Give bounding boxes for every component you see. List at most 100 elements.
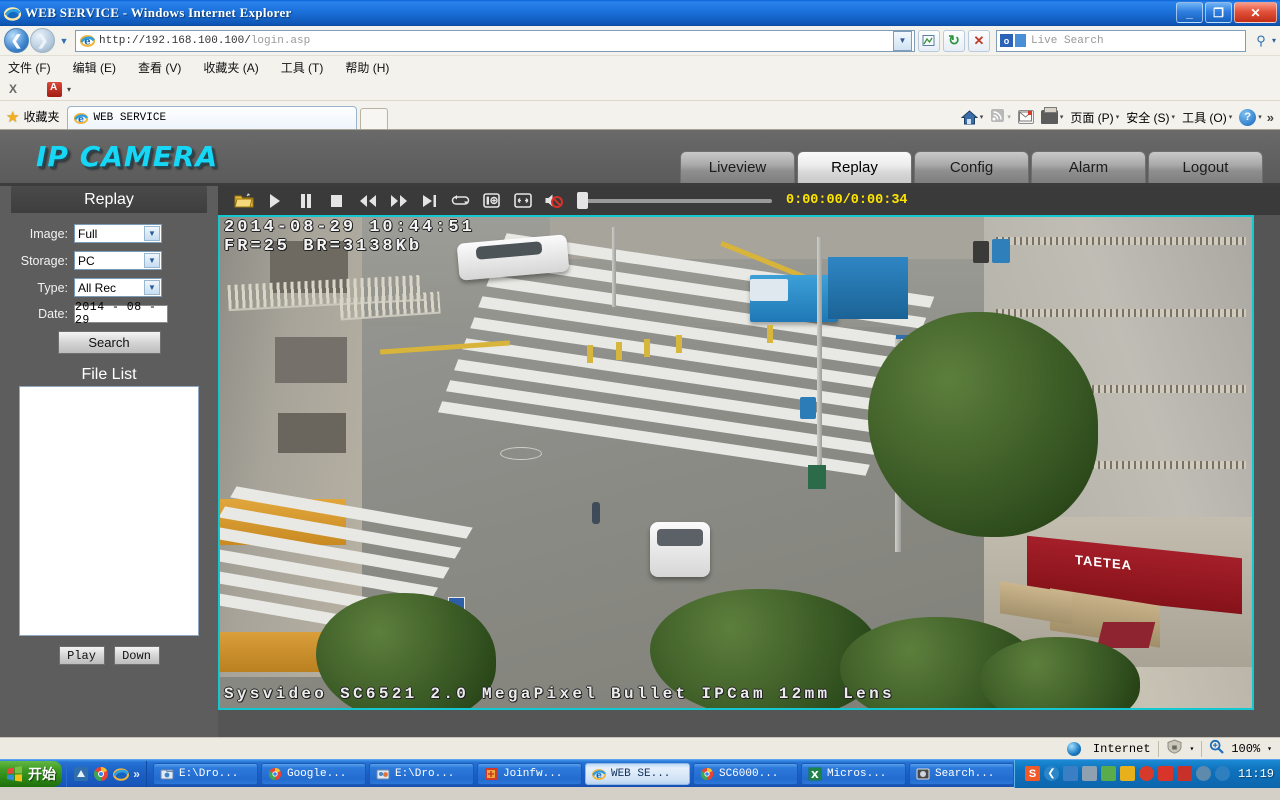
loop-button[interactable] [445, 189, 476, 213]
rewind-button[interactable] [352, 189, 383, 213]
tray-expand-icon[interactable]: ❮ [1043, 766, 1059, 781]
zoom-dropdown-icon[interactable]: ▾ [1267, 744, 1272, 754]
stop-button[interactable]: ✕ [967, 29, 990, 52]
safety-menu-button[interactable]: 安全 (S) ▾ [1124, 109, 1177, 126]
taskbar-clock[interactable]: 11:19 [1238, 767, 1274, 781]
tray-antivirus-icon[interactable] [1176, 766, 1192, 781]
date-input[interactable]: 2014 - 08 - 29 [74, 301, 168, 327]
tray-star-icon[interactable] [1138, 766, 1154, 781]
step-frame-button[interactable] [414, 189, 445, 213]
file-list[interactable] [19, 386, 199, 636]
task-button-2[interactable]: E:\Dro... [368, 762, 474, 785]
menu-item-view[interactable]: 查看 (V) [138, 59, 181, 76]
play-button[interactable]: Play [58, 646, 105, 665]
snapshot-button[interactable] [476, 189, 507, 213]
back-button[interactable]: ❮ [4, 28, 29, 53]
chevron-down-icon[interactable]: ▼ [144, 280, 160, 295]
tray-network-icon[interactable] [1062, 766, 1078, 781]
tray-app-icon[interactable] [1157, 766, 1173, 781]
menu-item-edit[interactable]: 编辑 (E) [73, 59, 116, 76]
chevron-down-icon[interactable]: ▼ [144, 226, 160, 241]
ql-app-icon[interactable] [73, 766, 89, 782]
address-dropdown-icon[interactable]: ▼ [892, 30, 912, 51]
tab-config[interactable]: Config [914, 151, 1029, 183]
ql-ie-icon[interactable]: e [113, 766, 130, 782]
search-input[interactable]: Live Search [1031, 35, 1104, 47]
address-bar[interactable]: e http://192.168.100.100/login.asp ▼ [75, 29, 915, 52]
menu-item-file[interactable]: 文件 (F) [8, 59, 51, 76]
search-button[interactable]: Search [57, 331, 161, 354]
tray-monitor-icon[interactable] [1214, 766, 1230, 781]
storage-select[interactable]: PC ▼ [74, 251, 162, 270]
menu-item-favorites[interactable]: 收藏夹 (A) [203, 59, 258, 76]
close-button[interactable]: ✕ [1234, 2, 1277, 23]
ql-chrome-icon[interactable] [93, 766, 109, 782]
refresh-button[interactable]: ↻ [942, 29, 965, 52]
progress-knob[interactable] [577, 192, 588, 209]
page-menu-button[interactable]: 页面 (P) ▾ [1068, 109, 1121, 126]
task-button-0[interactable]: E:\Dro... [152, 762, 258, 785]
new-tab-button[interactable] [360, 108, 389, 129]
print-button[interactable]: ▾ [1039, 107, 1066, 124]
print-dropdown-icon[interactable]: ▾ [1060, 113, 1064, 121]
task-button-4[interactable]: e WEB SE... [584, 762, 690, 785]
tray-sync-icon[interactable] [1081, 766, 1097, 781]
browser-tab-web-service[interactable]: e WEB SERVICE [67, 106, 358, 129]
close-toolbar-icon[interactable]: X [9, 82, 17, 96]
fast-forward-button[interactable] [383, 189, 414, 213]
open-file-button[interactable] [228, 189, 259, 213]
history-dropdown-icon[interactable]: ▼ [56, 36, 72, 46]
quicklaunch-overflow-icon[interactable]: » [133, 767, 140, 781]
progress-slider[interactable] [577, 191, 772, 211]
home-dropdown-icon[interactable]: ▾ [980, 113, 984, 121]
page-dropdown-icon[interactable]: ▾ [1116, 113, 1120, 121]
forward-button[interactable]: ❯ [30, 28, 55, 53]
task-button-3[interactable]: Joinfw... [476, 762, 582, 785]
menu-item-help[interactable]: 帮助 (H) [345, 59, 389, 76]
task-button-6[interactable]: X Micros... [800, 762, 906, 785]
fullscreen-button[interactable] [507, 189, 538, 213]
search-dropdown-icon[interactable]: ▾ [1272, 36, 1276, 45]
search-go-icon[interactable]: ⚲ [1250, 30, 1272, 52]
play-button[interactable] [259, 189, 290, 213]
tab-liveview[interactable]: Liveview [680, 151, 795, 183]
mute-button[interactable] [538, 189, 569, 213]
toolbar-overflow-icon[interactable]: » [1267, 110, 1274, 125]
tray-qq-icon[interactable] [1119, 766, 1135, 781]
maximize-button[interactable]: ❐ [1205, 2, 1232, 23]
minimize-button[interactable]: _ [1176, 2, 1203, 23]
favorites-button[interactable]: ★ 收藏夹 [0, 105, 67, 128]
pause-button[interactable] [290, 189, 321, 213]
start-button[interactable]: 开始 [0, 760, 63, 787]
task-button-1[interactable]: Google... [260, 762, 366, 785]
chevron-down-icon[interactable]: ▼ [144, 253, 160, 268]
task-button-5[interactable]: SC6000... [692, 762, 798, 785]
protected-mode-dropdown-icon[interactable]: ▾ [1190, 744, 1195, 754]
tools-dropdown-icon[interactable]: ▾ [1229, 113, 1233, 121]
tools-menu-button[interactable]: 工具 (O) ▾ [1180, 109, 1234, 126]
tab-logout[interactable]: Logout [1148, 151, 1263, 183]
safety-dropdown-icon[interactable]: ▾ [1172, 113, 1176, 121]
pdf-toolbar-icon[interactable] [47, 81, 63, 97]
search-provider-dropdown-icon[interactable] [1014, 34, 1026, 47]
protected-mode-icon[interactable] [1166, 739, 1183, 758]
compatibility-view-button[interactable] [917, 29, 940, 52]
help-menu-button[interactable]: ? ▾ [1237, 108, 1264, 126]
mail-button[interactable] [1016, 110, 1036, 124]
tab-alarm[interactable]: Alarm [1031, 151, 1146, 183]
zoom-icon[interactable] [1209, 739, 1225, 758]
tray-sogou-icon[interactable]: S [1024, 766, 1040, 781]
image-select[interactable]: Full ▼ [74, 224, 162, 243]
video-player[interactable]: TAETEA 2014-08-29 10:44:51 FR=25 BR=3138… [218, 215, 1254, 710]
help-dropdown-icon[interactable]: ▾ [1258, 113, 1262, 121]
pdf-dropdown-icon[interactable]: ▾ [67, 85, 71, 94]
down-button[interactable]: Down [113, 646, 160, 665]
search-box[interactable]: o Live Search [995, 29, 1246, 52]
home-button[interactable]: ▾ [959, 109, 986, 125]
stop-button[interactable] [321, 189, 352, 213]
feeds-button[interactable]: ▾ [988, 108, 1013, 126]
tray-volume-icon[interactable] [1195, 766, 1211, 781]
tray-shield-icon[interactable] [1100, 766, 1116, 781]
task-button-7[interactable]: Search... [908, 762, 1014, 785]
tab-replay[interactable]: Replay [797, 151, 912, 183]
